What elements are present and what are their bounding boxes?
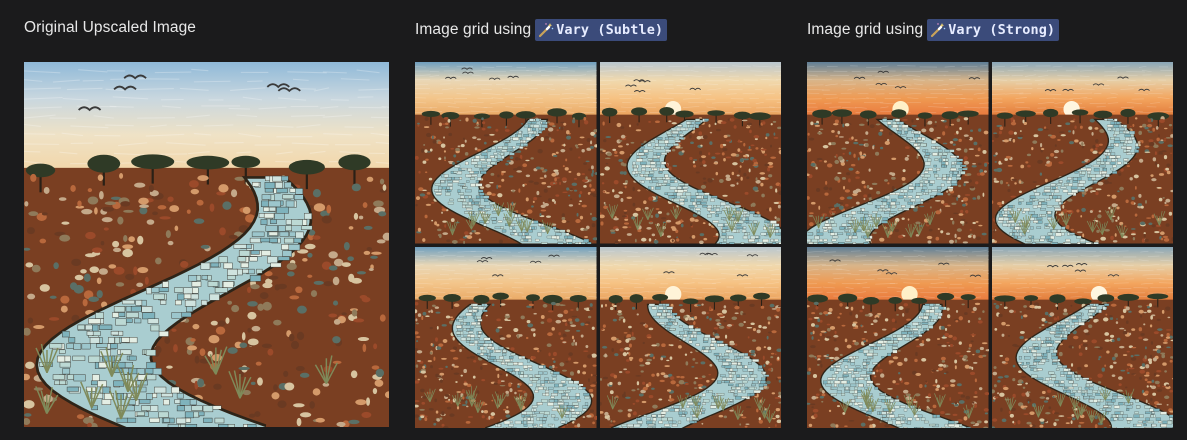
vary-subtle-tag: Vary (Subtle): [535, 19, 668, 41]
vary-strong-tag: Vary (Strong): [927, 19, 1060, 41]
mosaic-landscape-picture: [599, 246, 781, 428]
original-caption: Original Upscaled Image: [24, 19, 196, 37]
mosaic-landscape-picture: [415, 62, 597, 244]
grid-image[interactable]: [415, 62, 597, 244]
caption-text: Original Upscaled Image: [24, 19, 197, 36]
mosaic-landscape-picture: [599, 62, 781, 244]
grid-image[interactable]: [991, 246, 1173, 428]
grid-image[interactable]: [599, 246, 781, 428]
mosaic-landscape-picture: [807, 62, 989, 244]
grid-image[interactable]: [415, 246, 597, 428]
mosaic-landscape-picture: [991, 246, 1173, 428]
caption-text: Image grid using: [415, 21, 532, 38]
grid-image[interactable]: [807, 246, 989, 428]
mosaic-landscape-picture: [991, 62, 1173, 244]
magic-wand-icon: [539, 23, 554, 38]
vary-strong-caption: Image grid using Vary (Strong): [807, 19, 1060, 41]
vary-strong-grid: [807, 62, 1173, 428]
vary-subtle-caption: Image grid using Vary (Subtle): [415, 19, 668, 41]
caption-text: Image grid using: [807, 21, 924, 38]
tag-label: Vary (Subtle): [556, 22, 664, 38]
mosaic-landscape-picture: [807, 246, 989, 428]
original-image[interactable]: [24, 62, 389, 427]
vary-subtle-grid: [415, 62, 781, 428]
grid-image[interactable]: [991, 62, 1173, 244]
tag-label: Vary (Strong): [948, 22, 1056, 38]
grid-image[interactable]: [599, 62, 781, 244]
mosaic-landscape-picture: [24, 62, 389, 427]
grid-image[interactable]: [807, 62, 989, 244]
magic-wand-icon: [931, 23, 946, 38]
mosaic-landscape-picture: [415, 246, 597, 428]
